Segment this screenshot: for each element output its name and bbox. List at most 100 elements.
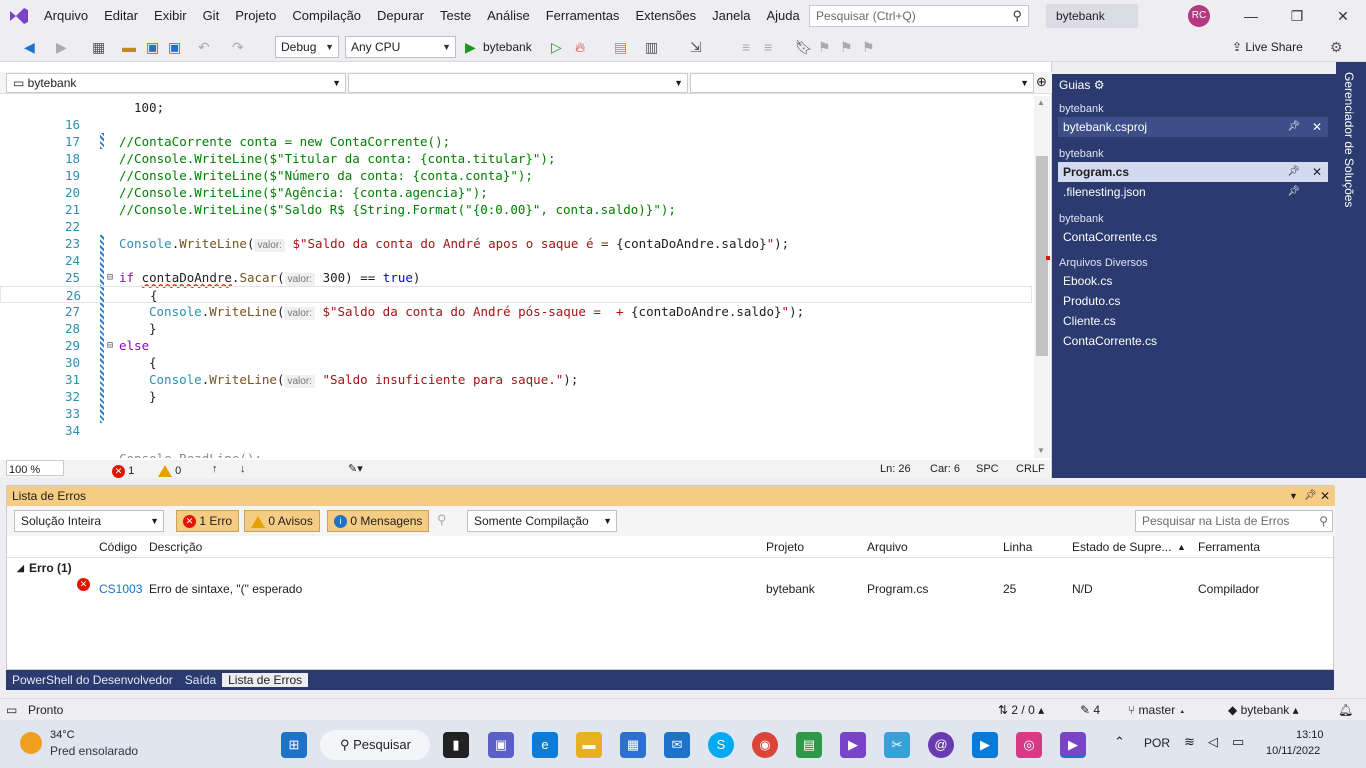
vertical-scrollbar[interactable]: ▲ ▼ [1034,96,1050,458]
uncomment-icon[interactable]: ≡ [764,38,772,56]
column-project[interactable]: Projeto [766,536,804,558]
settings-icon[interactable]: ⚙ [1094,78,1105,92]
messages-filter-button[interactable]: i 0 Mensagens [327,510,430,532]
step-icon[interactable]: ⇲ [690,38,702,56]
error-code-link[interactable]: CS1003 [99,578,142,600]
live-share-button[interactable]: ⇪ Live Share [1232,38,1303,56]
menu-teste[interactable]: Teste [432,0,479,32]
menu-projeto[interactable]: Projeto [227,0,284,32]
line-ending[interactable]: CRLF [1016,460,1045,478]
start-target-label[interactable]: bytebank [483,38,532,56]
tab-item-program-cs[interactable]: Program.cs 📌︎ ✕ [1058,162,1328,182]
member-nav-dropdown[interactable]: ▼ [690,73,1034,93]
hot-reload-icon[interactable]: 🔥︎ [575,38,585,56]
build-filter-select[interactable]: Somente Compilação ▼ [467,510,617,532]
column-description[interactable]: Descrição [149,536,202,558]
tab-item-contacorrente[interactable]: ContaCorrente.cs [1058,227,1328,247]
avatar[interactable]: RC [1188,5,1210,27]
minimize-icon[interactable]: — [1228,0,1274,32]
start-debug-icon[interactable]: ▶ [465,38,476,56]
clock-date[interactable]: 10/11/2022 [1266,745,1320,757]
chrome-icon[interactable]: ◉ [752,732,778,758]
configuration-select[interactable]: Debug ▼ [275,36,339,58]
close-icon[interactable]: ✕ [1320,0,1366,32]
back-icon[interactable]: ◀ [24,38,35,56]
column-line[interactable]: Linha [1003,536,1032,558]
scroll-up-icon[interactable]: ▲ [1037,98,1045,107]
down-arrow-icon[interactable]: ↓ [240,460,246,478]
error-count[interactable]: ✕ 1 [112,462,134,480]
split-icon[interactable]: ⊕ [1036,74,1047,90]
zoom-select[interactable]: 100 % [6,460,64,476]
tab-item-bytebank-csproj[interactable]: bytebank.csproj 📌︎ ✕ [1058,117,1328,137]
volume-icon[interactable]: ◁ [1208,734,1218,750]
app-icon[interactable]: ▤ [796,732,822,758]
tab-error-list[interactable]: Lista de Erros [222,673,309,687]
solution-explorer-tab[interactable]: Gerenciador de Soluções [1336,62,1366,478]
weather-desc[interactable]: Pred ensolarado [50,744,138,758]
tool-icon[interactable]: ✂ [884,732,910,758]
close-icon[interactable]: ✕ [1320,486,1330,506]
char-number[interactable]: Car: 6 [930,460,960,478]
skype-icon[interactable]: S [708,732,734,758]
menu-arquivo[interactable]: Arquivo [36,0,96,32]
project-nav-dropdown[interactable]: ▭ bytebank ▼ [6,73,346,93]
error-group-header[interactable]: ◢ Erro (1) [7,558,1335,578]
pin-icon[interactable]: 📌︎ [1287,117,1300,137]
vscode-icon[interactable]: ▶ [972,732,998,758]
prev-bookmark-icon[interactable]: ⚑ [818,38,831,56]
weather-icon[interactable] [20,732,42,754]
menu-analise[interactable]: Análise [479,0,538,32]
redo-icon[interactable]: ↷ [232,38,244,56]
menu-depurar[interactable]: Depurar [369,0,432,32]
at-icon[interactable]: @ [928,732,954,758]
comment-icon[interactable]: ≡ [742,38,750,56]
save-all-icon[interactable]: ▣ [168,38,181,56]
clock-time[interactable]: 13:10 [1296,729,1324,741]
close-icon[interactable]: ✕ [1312,117,1322,137]
column-file[interactable]: Arquivo [867,536,908,558]
input-language[interactable]: POR [1144,736,1170,750]
scroll-down-icon[interactable]: ▼ [1037,446,1045,455]
edge-icon[interactable]: e [532,732,558,758]
battery-icon[interactable]: ▭ [1232,734,1244,750]
bookmark-icon[interactable]: 🔖︎ [795,38,813,56]
code-cleanup-icon[interactable]: ✎▾ [348,460,363,478]
code-area[interactable]: 100; 16 17//ContaCorrente conta = new Co… [0,96,1032,458]
save-icon[interactable]: ▣ [146,38,159,56]
tab-item-produto[interactable]: Produto.cs [1058,291,1328,311]
tab-item-cliente[interactable]: Cliente.cs [1058,311,1328,331]
tab-powershell[interactable]: PowerShell do Desenvolvedor [6,673,179,687]
line-number[interactable]: Ln: 26 [880,460,911,478]
pin-icon[interactable]: 📌︎ [1304,486,1317,506]
folder-icon[interactable]: ▤ [614,38,627,56]
up-arrow-icon[interactable]: ↑ [212,460,218,478]
menu-git[interactable]: Git [195,0,228,32]
task-view-icon[interactable]: ▮ [443,732,469,758]
error-list-search-input[interactable]: Pesquisar na Lista de Erros ⚲ [1135,510,1333,532]
visual-studio-icon[interactable]: ▶ [840,732,866,758]
next-bookmark-icon[interactable]: ⚑ [840,38,853,56]
scope-select[interactable]: Solução Inteira ▼ [14,510,164,532]
instagram-icon[interactable]: ◎ [1016,732,1042,758]
warnings-filter-button[interactable]: 0 Avisos [244,510,320,532]
branch-selector[interactable]: ⑂ master ▴ [1128,699,1186,721]
column-tool[interactable]: Ferramenta [1198,536,1260,558]
feedback-icon[interactable]: ⚙ [1330,38,1343,56]
notifications-icon[interactable]: 🔔︎ [1338,699,1353,721]
git-changes[interactable]: ⇅ 2 / 0 ▴ [998,699,1044,721]
layout-icon[interactable]: ▥ [645,38,658,56]
wifi-icon[interactable]: ≋ [1184,734,1195,750]
store-icon[interactable]: ▦ [620,732,646,758]
start-without-debug-icon[interactable]: ▷ [551,38,562,56]
filter-icon[interactable]: ⚲ [437,512,447,528]
warning-count[interactable]: 0 [158,462,181,480]
repo-selector[interactable]: ◆ bytebank ▴ [1228,699,1299,721]
tab-item-contacorrente-misc[interactable]: ContaCorrente.cs [1058,331,1328,351]
menu-extensoes[interactable]: Extensões [627,0,704,32]
start-icon[interactable]: ⊞ [281,732,307,758]
chevron-down-icon[interactable]: ▼ [1289,486,1298,506]
column-code[interactable]: Código [99,536,137,558]
menu-janela[interactable]: Janela [704,0,758,32]
taskbar-search[interactable]: ⚲ Pesquisar [320,730,430,760]
